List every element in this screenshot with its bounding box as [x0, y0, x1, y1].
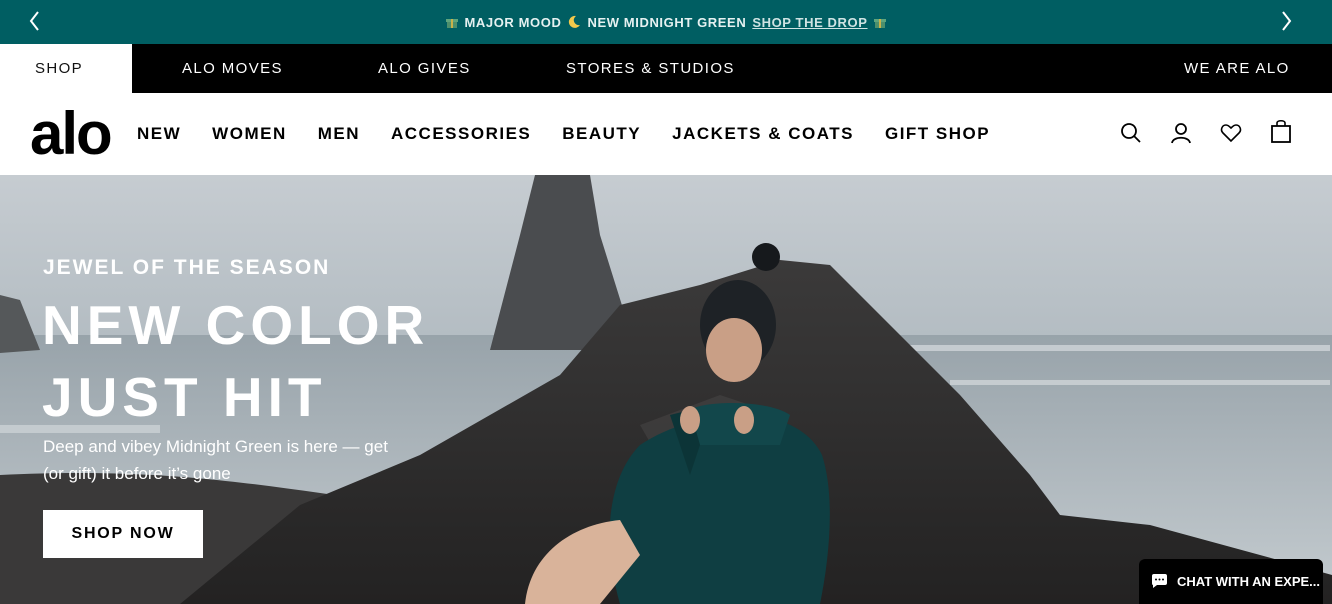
cart-button[interactable] [1270, 119, 1292, 148]
chat-widget-button[interactable]: CHAT WITH AN EXPE... [1139, 559, 1323, 604]
chat-bubble-icon [1152, 574, 1167, 588]
site-header: alo NEW WOMEN MEN ACCESSORIES BEAUTY JAC… [0, 93, 1332, 175]
topnav-alo-moves[interactable]: ALO MOVES [182, 44, 283, 93]
search-icon [1121, 123, 1141, 143]
hero-eyebrow: JEWEL OF THE SEASON [43, 256, 331, 279]
hero-subtext: Deep and vibey Midnight Green is here — … [43, 437, 388, 483]
promo-banner: MAJOR MOOD NEW MIDNIGHT GREEN SHOP THE D… [0, 0, 1332, 44]
promo-shop-link[interactable]: SHOP THE DROP [752, 15, 867, 30]
promo-text-a: MAJOR MOOD [464, 14, 562, 30]
hero-banner[interactable]: JEWEL OF THE SEASON NEW COLOR JUST HIT D… [0, 175, 1332, 604]
chat-label: CHAT WITH AN EXPE... [1177, 574, 1320, 589]
hero-headline: NEW COLOR JUST HIT [42, 294, 430, 428]
nav-beauty[interactable]: BEAUTY [562, 124, 641, 144]
nav-jackets-coats[interactable]: JACKETS & COATS [672, 124, 854, 144]
wishlist-button[interactable] [1220, 121, 1242, 150]
wishlist-heart-icon [1220, 124, 1242, 143]
main-nav: NEW WOMEN MEN ACCESSORIES BEAUTY JACKETS… [137, 93, 1021, 175]
account-icon [1171, 123, 1191, 144]
topnav-stores-studios[interactable]: STORES & STUDIOS [566, 44, 735, 93]
topnav-shop[interactable]: SHOP [0, 44, 132, 93]
nav-accessories[interactable]: ACCESSORIES [391, 124, 531, 144]
top-nav: SHOP ALO MOVES ALO GIVES STORES & STUDIO… [0, 44, 1332, 93]
search-button[interactable] [1120, 121, 1142, 150]
nav-gift-shop[interactable]: GIFT SHOP [885, 124, 990, 144]
promo-next-button[interactable] [1274, 8, 1298, 34]
topnav-alo-gives[interactable]: ALO GIVES [378, 44, 471, 93]
shopping-bag-icon [1271, 119, 1291, 143]
gift-icon [873, 18, 886, 28]
nav-men[interactable]: MEN [318, 124, 360, 144]
promo-message: MAJOR MOOD NEW MIDNIGHT GREEN SHOP THE D… [0, 0, 1332, 44]
topnav-we-are-alo[interactable]: WE ARE ALO [1184, 44, 1290, 93]
account-button[interactable] [1170, 121, 1192, 150]
shop-now-button[interactable]: SHOP NOW [43, 510, 203, 558]
chevron-right-icon [1282, 11, 1292, 31]
nav-new[interactable]: NEW [137, 124, 181, 144]
gift-icon [446, 18, 459, 28]
promo-text-b: NEW MIDNIGHT GREEN [587, 14, 747, 30]
moon-icon [569, 15, 581, 28]
nav-women[interactable]: WOMEN [212, 124, 287, 144]
alo-logo[interactable]: alo [30, 99, 113, 168]
